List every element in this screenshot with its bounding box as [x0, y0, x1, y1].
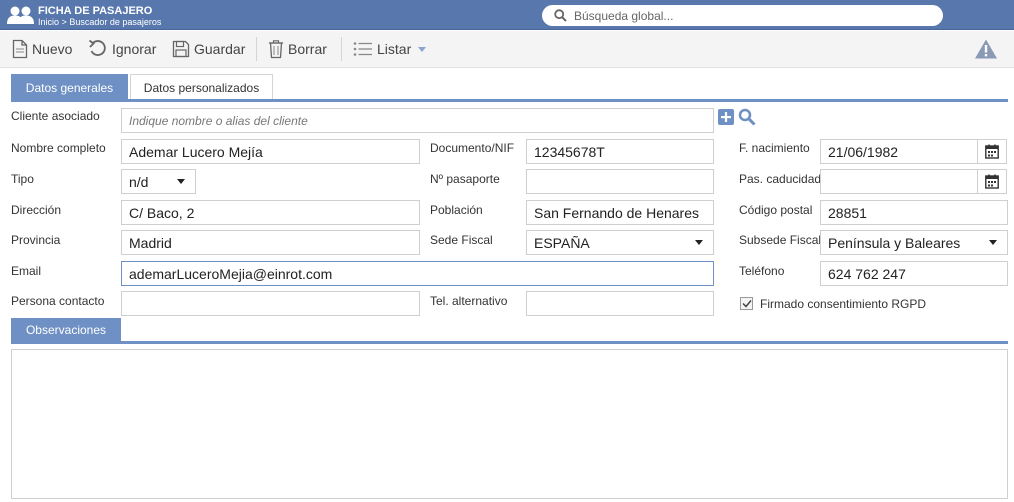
- pasaporte-input[interactable]: [526, 169, 714, 194]
- direccion-input[interactable]: C/ Baco, 2: [121, 200, 420, 225]
- app-header: FICHA DE PASAJERO Inicio > Buscador de p…: [0, 0, 1014, 30]
- sede-fiscal-label: Sede Fiscal: [430, 233, 493, 247]
- dropdown-arrow-icon: [177, 179, 185, 184]
- fecha-nacimiento-label: F. nacimiento: [739, 141, 810, 155]
- new-button-label: Nuevo: [32, 41, 73, 57]
- breadcrumb: Inicio > Buscador de pasajeros: [38, 17, 161, 27]
- tel-alternativo-label: Tel. alternativo: [430, 294, 508, 308]
- provincia-label: Provincia: [11, 233, 61, 247]
- page-title: FICHA DE PASAJERO: [38, 5, 153, 17]
- add-client-icon[interactable]: [718, 109, 734, 125]
- tipo-label: Tipo: [11, 172, 34, 186]
- breadcrumb-separator: >: [61, 17, 67, 27]
- codigo-postal-input[interactable]: 28851: [820, 200, 1008, 225]
- new-button[interactable]: Nuevo: [12, 38, 72, 60]
- undo-icon: [88, 39, 106, 56]
- pasaporte-caducidad-calendar-button[interactable]: [978, 169, 1007, 194]
- documento-input[interactable]: 12345678T: [526, 139, 714, 164]
- breadcrumb-home-link[interactable]: Inicio: [38, 17, 59, 27]
- search-client-icon[interactable]: [738, 108, 756, 126]
- cliente-asociado-label: Cliente asociado: [11, 109, 100, 123]
- pasaporte-caducidad-label: Pas. caducidad: [739, 172, 822, 186]
- tab-observaciones[interactable]: Observaciones: [11, 318, 121, 342]
- email-input[interactable]: ademarLuceroMejia@einrot.com: [121, 261, 714, 286]
- caret-down-icon: [418, 47, 427, 52]
- direccion-label: Dirección: [11, 203, 62, 217]
- checkmark-icon: [741, 300, 752, 308]
- global-search-box[interactable]: [542, 5, 943, 26]
- sede-fiscal-value: ESPAÑA: [534, 234, 590, 251]
- fecha-nacimiento-input[interactable]: 21/06/1982: [820, 139, 978, 164]
- global-search-input[interactable]: [574, 7, 934, 24]
- tel-alternativo-input[interactable]: [526, 291, 714, 316]
- dropdown-arrow-icon: [695, 240, 703, 245]
- save-button[interactable]: Guardar: [172, 38, 245, 60]
- cliente-asociado-input[interactable]: Indique nombre o alias del cliente: [121, 108, 714, 133]
- toolbar-divider: [341, 37, 342, 61]
- email-label: Email: [11, 264, 42, 278]
- pasaporte-label: Nº pasaporte: [430, 172, 500, 186]
- tab-underline: [11, 99, 1008, 102]
- observaciones-textarea[interactable]: [11, 349, 1008, 499]
- list-button[interactable]: Listar: [353, 38, 432, 60]
- subsede-fiscal-label: Subsede Fiscal: [739, 233, 822, 247]
- ignore-button-label: Ignorar: [112, 41, 157, 57]
- subsede-fiscal-select[interactable]: Península y Baleares: [820, 230, 1008, 255]
- users-icon: [7, 6, 34, 24]
- poblacion-label: Población: [430, 203, 483, 217]
- nombre-completo-label: Nombre completo: [11, 141, 106, 155]
- toolbar: Nuevo Ignorar Guardar Borrar Listar: [0, 31, 1014, 68]
- calendar-icon: [985, 174, 999, 189]
- tipo-select[interactable]: n/d: [121, 169, 196, 194]
- tab-datos-personalizados[interactable]: Datos personalizados: [130, 74, 273, 100]
- save-button-label: Guardar: [194, 41, 246, 57]
- new-document-icon: [12, 39, 28, 59]
- codigo-postal-label: Código postal: [739, 203, 813, 217]
- search-icon: [554, 9, 567, 22]
- pasaporte-caducidad-input[interactable]: [820, 169, 978, 194]
- save-icon: [172, 40, 190, 58]
- rgpd-checkbox[interactable]: [740, 297, 753, 310]
- poblacion-input[interactable]: San Fernando de Henares: [526, 200, 714, 225]
- persona-contacto-label: Persona contacto: [11, 294, 105, 308]
- toolbar-divider: [256, 37, 257, 61]
- tab-datos-generales[interactable]: Datos generales: [11, 74, 128, 100]
- warning-icon[interactable]: [974, 38, 998, 60]
- dropdown-arrow-icon: [989, 240, 997, 245]
- breadcrumb-current-link[interactable]: Buscador de pasajeros: [69, 17, 161, 27]
- delete-button[interactable]: Borrar: [268, 38, 327, 60]
- rgpd-label: Firmado consentimiento RGPD: [760, 297, 927, 311]
- tipo-select-value: n/d: [129, 173, 149, 190]
- sede-fiscal-select[interactable]: ESPAÑA: [526, 230, 714, 255]
- persona-contacto-input[interactable]: [121, 291, 420, 316]
- subsede-fiscal-value: Península y Baleares: [828, 234, 961, 251]
- list-icon: [353, 42, 372, 56]
- telefono-input[interactable]: 624 762 247: [820, 261, 1008, 286]
- observaciones-underline: [11, 341, 1008, 344]
- calendar-icon: [985, 144, 999, 159]
- trash-icon: [269, 40, 283, 59]
- documento-label: Documento/NIF: [430, 141, 515, 155]
- list-button-label: Listar: [377, 41, 412, 57]
- nombre-completo-input[interactable]: Ademar Lucero Mejía: [121, 139, 420, 164]
- delete-button-label: Borrar: [288, 41, 327, 57]
- provincia-input[interactable]: Madrid: [121, 230, 420, 255]
- telefono-label: Teléfono: [739, 264, 785, 278]
- ignore-button[interactable]: Ignorar: [88, 38, 156, 60]
- fecha-nacimiento-calendar-button[interactable]: [978, 139, 1007, 164]
